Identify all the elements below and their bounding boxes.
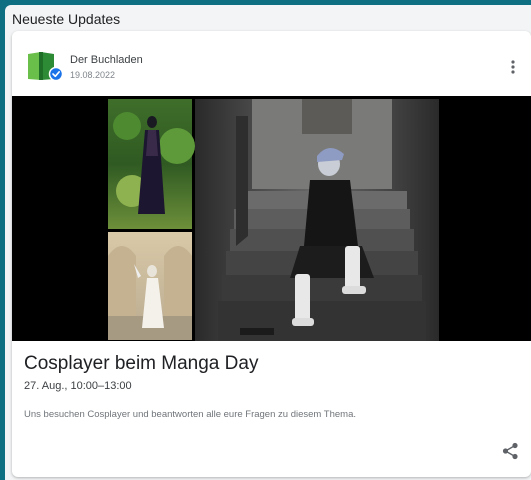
event-time: 27. Aug., 10:00–13:00 [24, 380, 132, 392]
verified-badge-icon [48, 66, 64, 82]
cosplayer-garden-photo [108, 99, 195, 229]
cosplayer-arcade-photo [108, 232, 192, 340]
share-button[interactable] [499, 440, 521, 462]
event-description: Uns besuchen Cosplayer und beantworten a… [24, 409, 356, 420]
publisher-avatar[interactable] [25, 49, 64, 83]
cosplayer-stairs-photo [195, 99, 439, 341]
publisher-name[interactable]: Der Buchladen [70, 54, 143, 66]
event-title: Cosplayer beim Manga Day [24, 353, 259, 374]
post-media[interactable] [12, 96, 531, 341]
share-icon [502, 442, 518, 460]
post-card[interactable]: Der Buchladen 19.08.2022 Cosplayer beim … [12, 31, 531, 477]
more-vert-icon [511, 60, 515, 74]
photo-collage [108, 99, 439, 341]
updates-panel: Neueste Updates Der Buchladen 19.08.2022 [5, 5, 531, 480]
section-title: Neueste Updates [12, 11, 121, 27]
post-date: 19.08.2022 [70, 70, 116, 80]
book-icon [28, 52, 64, 82]
more-options-button[interactable] [505, 57, 521, 77]
